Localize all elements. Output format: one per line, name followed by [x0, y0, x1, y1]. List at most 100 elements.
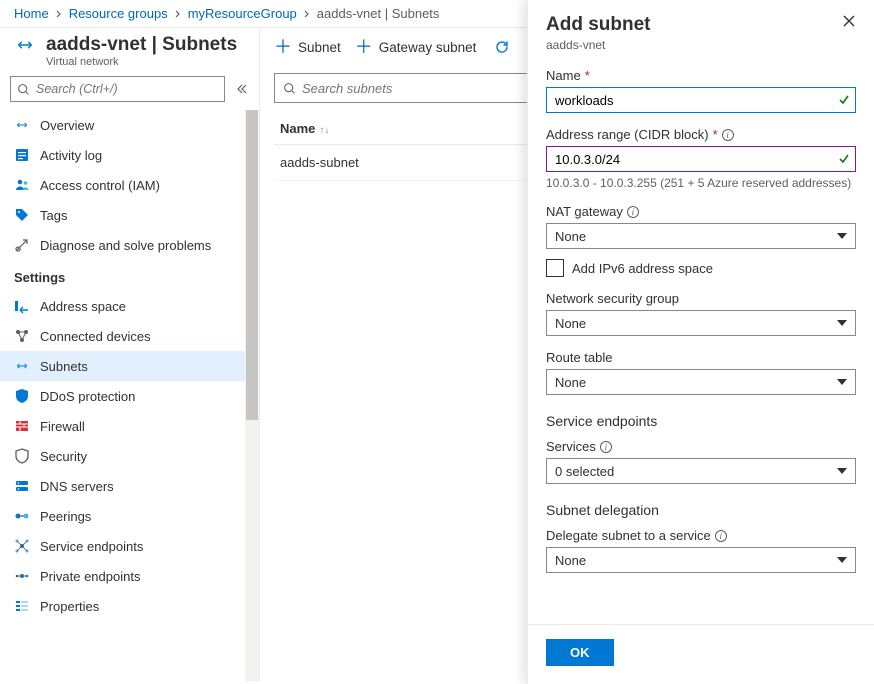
- refresh-icon: [494, 39, 510, 55]
- chevron-down-icon: [837, 320, 847, 326]
- nav-security[interactable]: Security: [0, 441, 259, 471]
- nat-label: NAT gateway i: [546, 204, 856, 219]
- ipv6-checkbox[interactable]: [546, 259, 564, 277]
- scrollbar-thumb[interactable]: [246, 110, 258, 420]
- check-icon: [838, 94, 850, 106]
- nav-address-space[interactable]: Address space: [0, 291, 259, 321]
- nsg-select[interactable]: None: [546, 310, 856, 336]
- resource-menu-search[interactable]: [10, 76, 225, 102]
- services-label: Services i: [546, 439, 856, 454]
- nav-activity-log[interactable]: Activity log: [0, 140, 259, 170]
- diagnose-icon: [14, 237, 30, 253]
- col-name[interactable]: Name↑↓: [274, 113, 548, 145]
- sort-icon: ↑↓: [315, 125, 329, 136]
- subnets-icon: [14, 358, 30, 374]
- info-icon[interactable]: i: [715, 530, 727, 542]
- nav-label: Private endpoints: [40, 569, 140, 584]
- services-select[interactable]: 0 selected: [546, 458, 856, 484]
- breadcrumb-myresourcegroup[interactable]: myResourceGroup: [188, 6, 297, 21]
- select-value: None: [555, 229, 586, 244]
- endpoints-icon: [14, 538, 30, 554]
- nav-scroll[interactable]: Overview Activity log Access control (IA…: [0, 110, 259, 681]
- collapse-nav-button[interactable]: [231, 79, 251, 99]
- nav-properties[interactable]: Properties: [0, 591, 259, 621]
- nav-heading-settings: Settings: [0, 260, 259, 291]
- breadcrumb-home[interactable]: Home: [14, 6, 49, 21]
- chevron-down-icon: [837, 468, 847, 474]
- breadcrumb-current: aadds-vnet | Subnets: [317, 6, 440, 21]
- nav-dns[interactable]: DNS servers: [0, 471, 259, 501]
- nav-label: Diagnose and solve problems: [40, 238, 211, 253]
- chevron-down-icon: [837, 233, 847, 239]
- resource-menu-search-input[interactable]: [36, 82, 218, 96]
- chevron-right-icon: [303, 10, 311, 18]
- nav-label: Access control (IAM): [40, 178, 160, 193]
- dns-icon: [14, 478, 30, 494]
- close-button[interactable]: [842, 14, 860, 32]
- nav-diagnose[interactable]: Diagnose and solve problems: [0, 230, 259, 260]
- nav-label: Service endpoints: [40, 539, 143, 554]
- nav-label: Activity log: [40, 148, 102, 163]
- iam-icon: [14, 177, 30, 193]
- select-value: 0 selected: [555, 464, 614, 479]
- nav-private-endpoints[interactable]: Private endpoints: [0, 561, 259, 591]
- breadcrumb-resource-groups[interactable]: Resource groups: [69, 6, 168, 21]
- vnet-icon: [14, 117, 30, 133]
- toolbar-label: Subnet: [298, 40, 341, 55]
- ok-button[interactable]: OK: [546, 639, 614, 666]
- nav-subnets[interactable]: Subnets: [0, 351, 259, 381]
- nav-label: Security: [40, 449, 87, 464]
- nav-label: Address space: [40, 299, 126, 314]
- nav-peerings[interactable]: Peerings: [0, 501, 259, 531]
- address-input[interactable]: [546, 146, 856, 172]
- ipv6-label: Add IPv6 address space: [572, 261, 713, 276]
- select-value: None: [555, 553, 586, 568]
- nav-label: Peerings: [40, 509, 91, 524]
- add-subnet-button[interactable]: ＋ Subnet: [274, 38, 341, 56]
- plus-icon: ＋: [274, 38, 292, 56]
- address-icon: [14, 298, 30, 314]
- chevron-down-icon: [837, 379, 847, 385]
- refresh-button[interactable]: [494, 39, 510, 55]
- info-icon[interactable]: i: [600, 441, 612, 453]
- nav-label: Subnets: [40, 359, 88, 374]
- nav-connected-devices[interactable]: Connected devices: [0, 321, 259, 351]
- ddos-icon: [14, 388, 30, 404]
- nav-label: DDoS protection: [40, 389, 135, 404]
- name-input[interactable]: [546, 87, 856, 113]
- log-icon: [14, 147, 30, 163]
- nav-firewall[interactable]: Firewall: [0, 411, 259, 441]
- nav-label: Tags: [40, 208, 67, 223]
- nav-service-endpoints[interactable]: Service endpoints: [0, 531, 259, 561]
- peerings-icon: [14, 508, 30, 524]
- info-icon[interactable]: i: [627, 206, 639, 218]
- left-blade: aadds-vnet | Subnets Virtual network Ove…: [0, 28, 260, 681]
- nav-overview[interactable]: Overview: [0, 110, 259, 140]
- nat-select[interactable]: None: [546, 223, 856, 249]
- chevron-down-icon: [837, 557, 847, 563]
- vnet-icon: [14, 34, 36, 56]
- add-gateway-subnet-button[interactable]: ＋ Gateway subnet: [355, 38, 477, 56]
- firewall-icon: [14, 418, 30, 434]
- nav-tags[interactable]: Tags: [0, 200, 259, 230]
- panel-title: Add subnet: [546, 14, 856, 36]
- panel-subtitle: aadds-vnet: [546, 38, 856, 52]
- select-value: None: [555, 375, 586, 390]
- devices-icon: [14, 328, 30, 344]
- nav-label: Properties: [40, 599, 99, 614]
- nav-ddos[interactable]: DDoS protection: [0, 381, 259, 411]
- service-endpoints-heading: Service endpoints: [546, 413, 856, 429]
- nav-label: Overview: [40, 118, 94, 133]
- search-icon: [17, 83, 30, 96]
- route-select[interactable]: None: [546, 369, 856, 395]
- route-label: Route table: [546, 350, 856, 365]
- nav-access-control[interactable]: Access control (IAM): [0, 170, 259, 200]
- close-icon: [842, 14, 856, 28]
- nsg-label: Network security group: [546, 291, 856, 306]
- delegate-label: Delegate subnet to a service i: [546, 528, 856, 543]
- address-helper: 10.0.3.0 - 10.0.3.255 (251 + 5 Azure res…: [546, 176, 856, 190]
- delegate-select[interactable]: None: [546, 547, 856, 573]
- search-icon: [283, 82, 296, 95]
- info-icon[interactable]: i: [722, 129, 734, 141]
- plus-icon: ＋: [355, 38, 373, 56]
